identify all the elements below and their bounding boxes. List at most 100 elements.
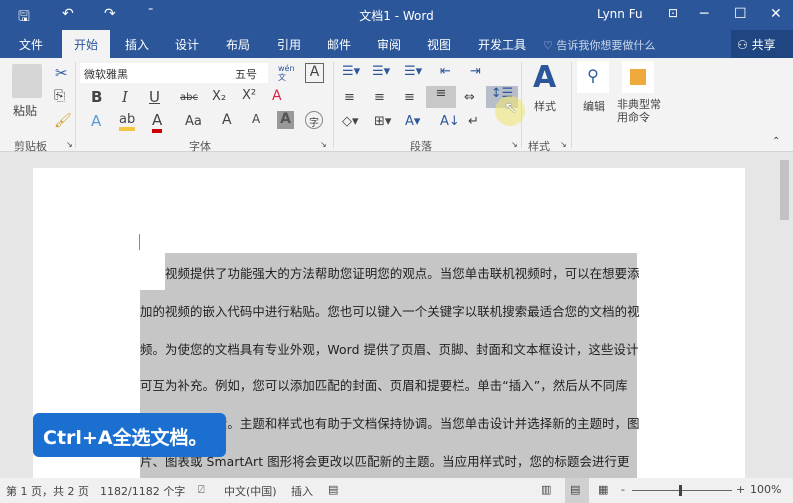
cut-icon[interactable]: ✂ <box>55 64 68 82</box>
align-center-icon[interactable]: ≡ <box>374 90 385 105</box>
ribbon-tabs: 文件 开始 插入 设计 布局 引用 邮件 审阅 视图 开发工具 ♡ 告诉我你想要… <box>0 30 793 58</box>
document-line[interactable]: 可互为补充。例如，您可以添加匹配的封面、页眉和提要栏。单击“插入”，然后从不同库 <box>140 376 628 394</box>
person-icon: ⚇ <box>737 38 748 52</box>
bold-button[interactable]: B <box>91 88 102 106</box>
align-right-icon[interactable]: ≡ <box>404 90 415 105</box>
zoom-in-button[interactable]: + <box>736 483 745 496</box>
text-effects-icon[interactable]: A <box>91 112 101 130</box>
superscript-button[interactable]: X² <box>242 88 256 103</box>
web-layout-icon[interactable]: ▦ <box>598 483 608 496</box>
italic-button[interactable]: I <box>122 88 128 106</box>
tab-references[interactable]: 引用 <box>277 36 301 53</box>
lightbulb-icon: ♡ <box>543 39 553 52</box>
document-line[interactable]: 频。为使您的文档具有专业外观，Word 提供了页眉、页脚、封面和文本框设计，这些… <box>140 340 638 358</box>
tab-view[interactable]: 视图 <box>427 36 451 53</box>
paste-button[interactable]: 粘贴 <box>13 102 37 119</box>
strikethrough-button[interactable]: abc <box>180 92 198 103</box>
zoom-slider-thumb[interactable] <box>679 485 682 496</box>
tab-design[interactable]: 设计 <box>175 36 199 53</box>
styles-icon[interactable]: A <box>533 60 556 95</box>
highlight-icon[interactable]: ab <box>119 112 136 131</box>
justify-icon[interactable]: ≡ <box>426 86 456 108</box>
page-count[interactable]: 第 1 页，共 2 页 <box>6 483 89 499</box>
document-line[interactable]: 加的视频的嵌入代码中进行粘贴。您也可以键入一个关键字以联机搜索最适合您的文档的视 <box>140 302 640 320</box>
underline-button[interactable]: U <box>149 88 160 106</box>
dialog-launcher-icon[interactable]: ↘ <box>511 140 518 149</box>
divider <box>333 62 334 148</box>
minimize-icon[interactable]: ─ <box>700 6 708 22</box>
word-count[interactable]: 1182/1182 个字 <box>100 483 185 499</box>
zoom-slider[interactable] <box>632 490 732 491</box>
subscript-button[interactable]: X₂ <box>212 89 226 104</box>
divider <box>75 62 76 148</box>
user-name[interactable]: Lynn Fu <box>597 7 643 21</box>
tutorial-caption: Ctrl+A全选文档。 <box>33 413 226 457</box>
tab-review[interactable]: 审阅 <box>377 36 401 53</box>
numbering-icon[interactable]: ☰▾ <box>372 64 390 79</box>
ribbon-display-icon[interactable]: ⊡ <box>668 6 678 20</box>
zoom-level[interactable]: 100% <box>750 483 781 496</box>
dialog-launcher-icon[interactable]: ↘ <box>66 140 73 149</box>
proofing-icon[interactable]: ⍁ <box>198 483 205 497</box>
collapse-ribbon-icon[interactable]: ⌃ <box>772 136 780 147</box>
close-icon[interactable]: ✕ <box>770 6 782 22</box>
copy-icon[interactable]: ⎘ <box>54 88 65 104</box>
font-group-label: 字体 <box>189 140 211 153</box>
clipboard-group-label: 剪贴板 <box>14 140 47 153</box>
tab-developer[interactable]: 开发工具 <box>478 36 526 53</box>
status-bar: 第 1 页，共 2 页 1182/1182 个字 ⍁ 中文(中国) 插入 ▤ ▥… <box>0 478 793 503</box>
decrease-indent-icon[interactable]: ⇤ <box>440 64 451 79</box>
custom-commands-icon[interactable] <box>622 61 654 93</box>
macro-icon[interactable]: ▤ <box>328 483 338 496</box>
shading-icon[interactable]: ◇▾ <box>342 114 359 129</box>
char-border-button[interactable]: A <box>305 63 324 83</box>
dialog-launcher-icon[interactable]: ↘ <box>560 140 567 149</box>
tab-home[interactable]: 开始 <box>62 30 111 58</box>
bullets-icon[interactable]: ☰▾ <box>342 64 360 79</box>
title-bar: 🖫 ↶ ↷ ⁼ 文档1 - Word Lynn Fu ⊡ ─ ☐ ✕ <box>0 0 793 30</box>
editing-button[interactable]: 编辑 <box>583 98 605 114</box>
tab-mailings[interactable]: 邮件 <box>327 36 351 53</box>
tab-insert[interactable]: 插入 <box>125 36 149 53</box>
sort-icon[interactable]: A↓ <box>440 114 460 129</box>
text-direction-icon[interactable]: A▾ <box>405 114 420 129</box>
read-mode-icon[interactable]: ▥ <box>541 483 551 496</box>
zoom-out-button[interactable]: - <box>621 483 625 496</box>
show-marks-icon[interactable]: ↵ <box>468 114 479 129</box>
multilevel-list-icon[interactable]: ☰▾ <box>404 64 422 79</box>
font-color-icon[interactable]: A <box>152 111 163 133</box>
change-case-button[interactable]: Aa <box>185 114 202 129</box>
increase-indent-icon[interactable]: ⇥ <box>470 64 481 79</box>
align-left-icon[interactable]: ≡ <box>344 90 355 105</box>
margin-mark <box>139 234 140 250</box>
search-icon[interactable]: ⚲ <box>577 61 609 93</box>
document-line[interactable]: 视频提供了功能强大的方法帮助您证明您的观点。当您单击联机视频时，可以在想要添 <box>165 264 640 282</box>
shrink-font-button[interactable]: A <box>252 112 260 126</box>
scrollbar-thumb[interactable] <box>780 160 789 220</box>
tab-layout[interactable]: 布局 <box>226 36 250 53</box>
custom-commands-button[interactable]: 非典型常用命令 <box>617 98 663 124</box>
styles-button[interactable]: 样式 <box>534 98 556 114</box>
dialog-launcher-icon[interactable]: ↘ <box>320 140 327 149</box>
styles-group-label: 样式 <box>528 140 550 153</box>
distributed-icon[interactable]: ⇔ <box>464 90 475 105</box>
maximize-icon[interactable]: ☐ <box>734 6 747 22</box>
font-size-input[interactable]: 五号 <box>232 63 268 83</box>
ribbon: 粘贴 ✂ ⎘ 🖌 剪贴板 ↘ 微软雅黑 五号 wén 文 A B I U abc… <box>0 58 793 153</box>
insert-mode[interactable]: 插入 <box>291 483 313 499</box>
tab-file[interactable]: 文件 <box>19 36 43 53</box>
grow-font-button[interactable]: A <box>222 112 232 128</box>
language[interactable]: 中文(中国) <box>224 483 277 499</box>
divider <box>571 62 572 148</box>
tell-me-search[interactable]: ♡ 告诉我你想要做什么 <box>543 37 655 53</box>
font-name-input[interactable]: 微软雅黑 <box>80 63 232 83</box>
enclose-char-button[interactable]: 字 <box>305 111 323 129</box>
char-shading-button[interactable]: A <box>277 111 294 129</box>
phonetic-guide-button[interactable]: wén 文 <box>278 64 295 82</box>
clipboard-icon[interactable] <box>12 64 42 98</box>
share-button[interactable]: ⚇ 共享 <box>731 30 793 58</box>
print-layout-icon[interactable]: ▤ <box>565 478 589 503</box>
format-painter-icon[interactable]: 🖌 <box>54 113 72 129</box>
clear-formatting-icon[interactable]: A <box>272 88 282 104</box>
borders-icon[interactable]: ⊞▾ <box>374 114 391 129</box>
